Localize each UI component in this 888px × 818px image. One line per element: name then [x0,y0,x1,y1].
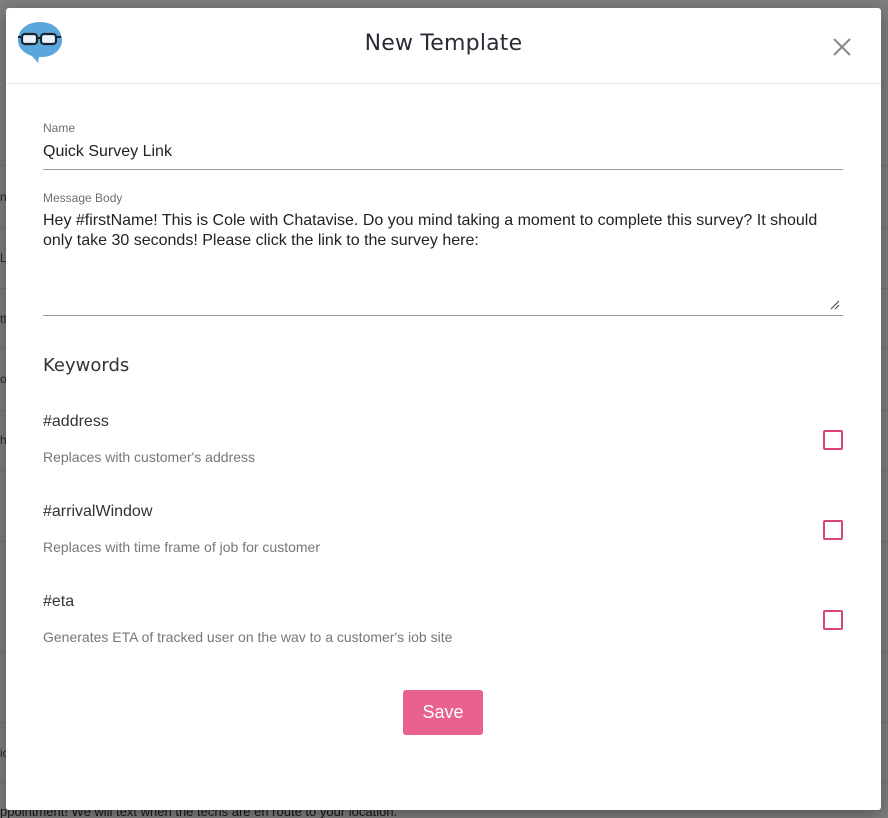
keyword-name: #arrivalWindow [43,503,153,520]
name-input[interactable]: Quick Survey Link [43,143,172,161]
save-button[interactable]: Save [403,690,483,735]
keyword-checkbox-eta[interactable] [823,610,843,630]
name-input-underline [43,169,843,170]
keyword-name: #eta [43,593,75,610]
keyword-checkbox-arrival-window[interactable] [823,520,843,540]
modal-header: New Template [6,8,881,84]
keywords-list[interactable]: #address Replaces with customer's addres… [6,400,881,642]
keyword-description: Replaces with time frame of job for cust… [43,539,320,555]
message-body-underline [43,315,843,316]
keywords-title: Keywords [43,355,130,376]
message-body-label: Message Body [43,191,123,205]
keyword-name: #address [43,413,109,430]
name-label: Name [43,121,76,135]
resize-handle-icon[interactable] [828,298,840,310]
keyword-description: Generates ETA of tracked user on the way… [43,629,453,642]
message-body-textarea[interactable]: Hey #firstName! This is Cole with Chatav… [43,211,833,251]
close-icon[interactable] [831,36,853,58]
new-template-modal: New Template Name Quick Survey Link Mess… [6,8,881,810]
keyword-description: Replaces with customer's address [43,449,255,465]
modal-title: New Template [364,31,523,56]
keyword-checkbox-address[interactable] [823,430,843,450]
